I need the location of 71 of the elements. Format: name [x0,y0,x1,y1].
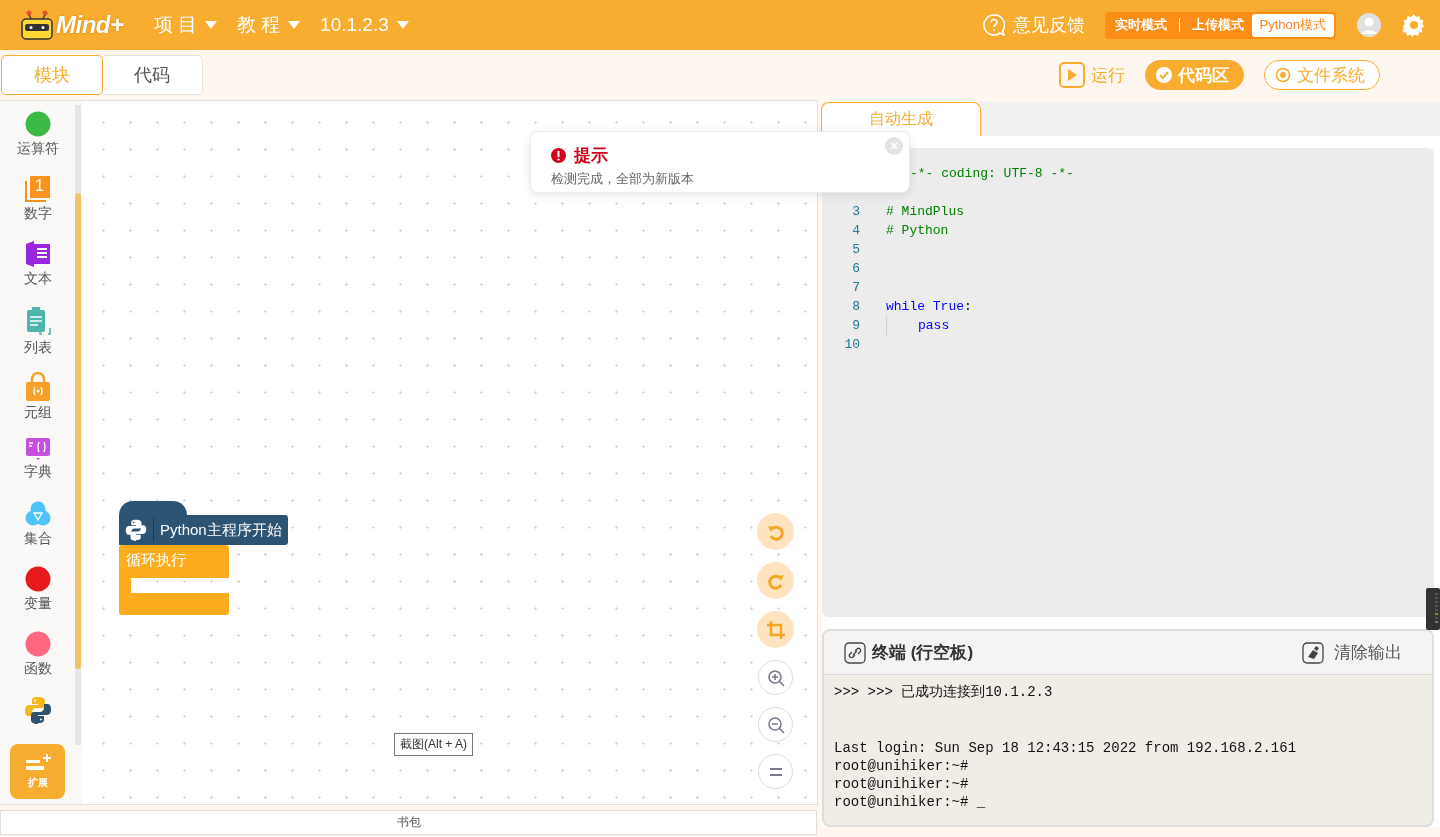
code-editor[interactable]: -*- coding: UTF-8 -*- 3 # MindPlus 4 # Python 5 6 7 8 while True: 9 pass 10 [822,148,1434,617]
code-line: # MindPlus [885,203,964,221]
terminal-line: root@unihiker:~# [834,775,970,793]
line-number: 6 [851,260,860,278]
screenshot-button[interactable] [757,611,794,648]
play-icon [1059,62,1085,88]
caret-icon [396,21,409,29]
line-number: 10 [843,336,860,354]
line-number: 7 [851,279,860,297]
zoom-out-icon [766,715,785,734]
robot-logo-icon [20,10,54,40]
line-number: 4 [851,222,860,240]
eraser-icon [1302,641,1324,664]
clear-output-button[interactable]: 清除输出 [1302,641,1402,664]
clipboard-icon [24,306,51,336]
line-number: 3 [851,203,860,221]
category-label[interactable]: 函数 [23,660,52,678]
question-bubble-icon [982,14,1005,36]
blocks-plus-icon [24,753,51,773]
category-label[interactable]: 变量 [23,595,52,613]
undo-button[interactable] [757,513,794,550]
zoom-out-button[interactable] [758,707,793,742]
checkmark-icon [1156,67,1172,83]
tooltip: 截图(Alt + A) [394,733,473,756]
caret-icon [288,21,301,29]
toast-message: 检测完成，全部为新版本 [551,170,695,188]
code-line: while True: [885,298,972,316]
zoom-in-button[interactable] [758,660,793,695]
venn-diagram-icon [24,501,51,527]
logo-text: Mind+ [56,11,124,39]
caret-icon [204,21,217,29]
line-number: 8 [851,298,860,316]
redo-button[interactable] [757,562,794,599]
line-number: 9 [851,317,860,335]
close-button[interactable] [885,137,903,155]
crop-icon [766,620,785,639]
backpack-bar[interactable]: 书包 [0,810,817,835]
category-label[interactable]: 数字 [23,205,52,223]
book-icon [24,436,51,460]
terminal-line: Last login: Sun Sep 18 12:43:15 2022 from 192.168.2.161 [834,739,1298,757]
terminal-line: root@unihiker:~# [834,757,970,775]
code-line: pass [860,316,950,335]
alert-icon [551,148,566,163]
reset-zoom-button[interactable] [758,754,793,789]
category-label[interactable]: 字典 [23,463,52,481]
toast-title: 提示 [574,145,608,167]
close-icon [890,142,898,150]
terminal-line: root@unihiker:~# _ [834,793,987,811]
padlock-icon [24,371,51,401]
category-label[interactable]: 文本 [23,270,52,288]
python-icon [125,519,147,541]
category-label[interactable]: 运算符 [16,140,59,158]
equals-icon [768,766,783,777]
user-avatar-icon[interactable] [1356,12,1382,38]
document-icon [24,241,51,267]
python-icon [23,696,52,724]
category-label[interactable]: 列表 [23,339,52,357]
terminal-line: >>> >>> 已成功连接到10.1.2.3 [834,683,1054,701]
zoom-in-icon [766,668,785,687]
view-tab[interactable]: 代码 [101,55,203,95]
line-number: 5 [851,241,860,259]
code-line: # Python [885,222,949,240]
terminal-title: 终端 (行空板) [872,642,974,664]
settings-icon[interactable] [1402,13,1426,37]
category-label[interactable]: 集合 [23,530,52,548]
link-icon [844,641,866,664]
code-line: -*- coding: UTF-8 -*- [909,165,1074,183]
level-meter-icon [1426,588,1440,630]
category-label[interactable]: 元组 [23,404,52,422]
scrollbar[interactable] [75,105,81,745]
radio-icon [1275,67,1291,83]
